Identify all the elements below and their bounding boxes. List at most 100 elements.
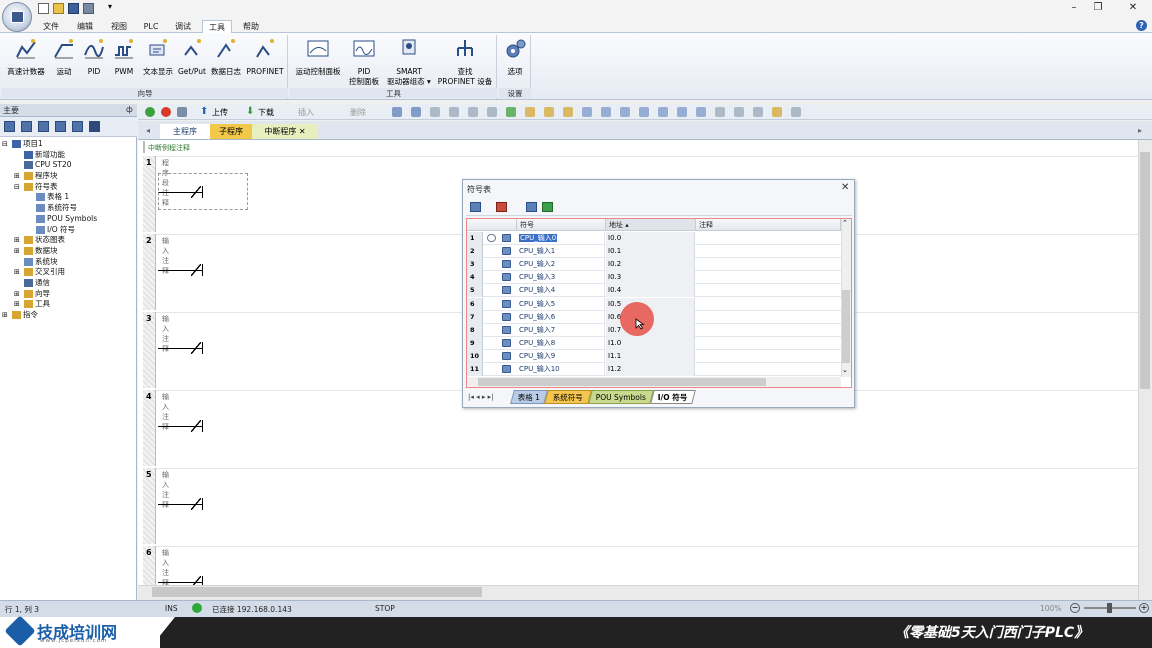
tree-item[interactable]: ⊟ 项目1 bbox=[2, 139, 135, 150]
row-number[interactable]: 8 bbox=[467, 323, 483, 337]
expand-toggle-icon[interactable]: ⊞ bbox=[14, 299, 24, 310]
upload-icon[interactable]: ⬆ bbox=[200, 106, 208, 117]
tab-file[interactable]: 文件 bbox=[36, 20, 66, 33]
insert-button[interactable]: 插入 bbox=[298, 107, 314, 118]
close-tab-icon[interactable]: ✕ bbox=[299, 127, 306, 136]
comment-cell[interactable] bbox=[696, 324, 841, 337]
tab-main-program[interactable]: 主程序 bbox=[160, 124, 210, 139]
comment-cell[interactable] bbox=[696, 350, 841, 363]
delete-button[interactable]: 删除 bbox=[350, 107, 366, 118]
print-icon[interactable] bbox=[83, 3, 94, 14]
symbol-row[interactable]: 6 CPU_输入5 I0.5 bbox=[467, 297, 841, 311]
expand-toggle-icon[interactable]: ⊟ bbox=[14, 182, 24, 193]
zoom-slider-thumb[interactable] bbox=[1107, 603, 1112, 613]
symbol-row[interactable]: 10 CPU_输入9 I1.1 bbox=[467, 349, 841, 363]
toolbar-tool-icon[interactable] bbox=[411, 107, 421, 117]
toolbar-tool-icon[interactable] bbox=[563, 107, 573, 117]
expand-toggle-icon[interactable]: ⊞ bbox=[14, 171, 24, 182]
view-icon[interactable] bbox=[4, 121, 15, 132]
view-icon[interactable] bbox=[72, 121, 83, 132]
column-symbol[interactable]: 符号 bbox=[517, 219, 606, 231]
toolbar-tool-icon[interactable] bbox=[487, 107, 497, 117]
save-icon[interactable] bbox=[68, 3, 79, 14]
row-number[interactable]: 3 bbox=[467, 258, 483, 272]
tree-item[interactable]: ⊞ 数据块 bbox=[2, 246, 135, 257]
comment-cell[interactable] bbox=[696, 245, 841, 258]
toolbar-tool-icon[interactable] bbox=[696, 107, 706, 117]
symbol-name-cell[interactable]: CPU_输入9 bbox=[517, 349, 605, 363]
text-display-wizard-button[interactable]: 文本显示 bbox=[140, 37, 176, 85]
options-button[interactable]: 选项 bbox=[500, 37, 530, 85]
symbol-row[interactable]: 5 CPU_输入4 I0.4 bbox=[467, 284, 841, 298]
tab-view[interactable]: 视图 bbox=[104, 20, 134, 33]
symbol-row[interactable]: 11 CPU_输入10 I1.2 bbox=[467, 363, 841, 377]
stop-icon[interactable] bbox=[161, 107, 171, 117]
tab-edit[interactable]: 编辑 bbox=[70, 20, 100, 33]
tab-subroutine[interactable]: 子程序 bbox=[210, 124, 252, 139]
row-number[interactable]: 6 bbox=[467, 297, 483, 311]
symbol-name-cell[interactable]: CPU_输入10 bbox=[517, 363, 605, 376]
find-profinet-device-button[interactable]: 查找 PROFINET 设备 bbox=[436, 37, 494, 86]
row-number[interactable]: 10 bbox=[467, 349, 483, 363]
editor-vertical-scroll-thumb[interactable] bbox=[1140, 152, 1150, 389]
sheet-navigation-arrows[interactable]: |◂ ◂ ▸ ▸| bbox=[468, 393, 493, 401]
symbol-name-cell[interactable]: CPU_输入3 bbox=[517, 271, 605, 285]
address-cell[interactable]: I0.3 bbox=[606, 271, 695, 285]
comment-cell[interactable] bbox=[696, 271, 841, 284]
comment-cell[interactable] bbox=[696, 298, 841, 311]
view-icon[interactable] bbox=[38, 121, 49, 132]
editor-horizontal-scroll-thumb[interactable] bbox=[152, 587, 482, 597]
qat-dropdown-icon[interactable]: ▾ bbox=[108, 2, 112, 11]
tree-item[interactable]: POU Symbols bbox=[2, 214, 135, 225]
minimize-button[interactable]: – bbox=[1062, 2, 1086, 16]
zoom-in-icon[interactable]: + bbox=[1139, 603, 1149, 613]
tab-plc[interactable]: PLC bbox=[136, 20, 166, 33]
symbol-row[interactable]: 2 CPU_输入1 I0.1 bbox=[467, 245, 841, 259]
tree-item[interactable]: ⊞ 交叉引用 bbox=[2, 267, 135, 278]
expand-toggle-icon[interactable]: ⊞ bbox=[14, 289, 24, 300]
run-icon[interactable] bbox=[145, 107, 155, 117]
open-folder-icon[interactable] bbox=[53, 3, 64, 14]
sheet-system-symbols[interactable]: 系统符号 bbox=[544, 390, 592, 404]
compile-icon[interactable] bbox=[177, 107, 187, 117]
row-number[interactable]: 7 bbox=[467, 310, 483, 324]
comment-cell[interactable] bbox=[696, 232, 841, 245]
sheet-io-symbols[interactable]: I/O 符号 bbox=[650, 390, 696, 404]
pwm-wizard-button[interactable]: PWM bbox=[110, 37, 138, 85]
tree-item[interactable]: ⊞ 状态图表 bbox=[2, 235, 135, 246]
row-number[interactable]: 9 bbox=[467, 336, 483, 350]
toolbar-tool-icon[interactable] bbox=[506, 107, 516, 117]
tree-item[interactable]: CPU ST20 bbox=[2, 160, 135, 171]
address-cell[interactable]: I0.0 bbox=[606, 232, 695, 245]
row-number[interactable]: 5 bbox=[467, 284, 483, 298]
tree-item[interactable]: ⊞ 程序块 bbox=[2, 171, 135, 182]
tree-item[interactable]: 通信 bbox=[2, 278, 135, 289]
scroll-down-icon[interactable]: ⌄ bbox=[842, 366, 848, 374]
restore-button[interactable]: ❐ bbox=[1086, 2, 1110, 16]
toolbar-tool-icon[interactable] bbox=[677, 107, 687, 117]
tree-item[interactable]: ⊞ 向导 bbox=[2, 289, 135, 300]
address-cell[interactable]: I1.1 bbox=[606, 349, 695, 363]
symbol-table-close-button[interactable]: ✕ bbox=[841, 182, 849, 193]
help-icon[interactable]: ? bbox=[1136, 20, 1147, 31]
create-pou-icon[interactable] bbox=[542, 202, 553, 212]
column-address[interactable]: 地址 ▴ bbox=[606, 219, 696, 231]
upload-button[interactable]: 上传 bbox=[212, 107, 228, 118]
toolbar-tool-icon[interactable] bbox=[772, 107, 782, 117]
sheet-pou-symbols[interactable]: POU Symbols bbox=[588, 390, 654, 404]
comment-cell[interactable] bbox=[696, 337, 841, 350]
tree-item[interactable]: 系统块 bbox=[2, 257, 135, 268]
block-comment[interactable]: 中断例程注释 bbox=[148, 143, 190, 153]
symbol-name-cell[interactable]: CPU_输入0 bbox=[517, 232, 605, 245]
delete-row-icon[interactable] bbox=[496, 202, 507, 212]
toolbar-tool-icon[interactable] bbox=[392, 107, 402, 117]
toolbar-tool-icon[interactable] bbox=[525, 107, 535, 117]
motion-wizard-button[interactable]: 运动 bbox=[50, 37, 78, 85]
row-number[interactable]: 4 bbox=[467, 271, 483, 285]
hsc-wizard-button[interactable]: 高速计数器 bbox=[3, 37, 49, 85]
comment-cell[interactable] bbox=[696, 311, 841, 324]
tab-help[interactable]: 帮助 bbox=[236, 20, 266, 33]
tab-interrupt[interactable]: 中断程序 ✕ bbox=[252, 124, 318, 139]
table-options-icon[interactable] bbox=[526, 202, 537, 212]
download-icon[interactable]: ⬇ bbox=[246, 106, 254, 117]
